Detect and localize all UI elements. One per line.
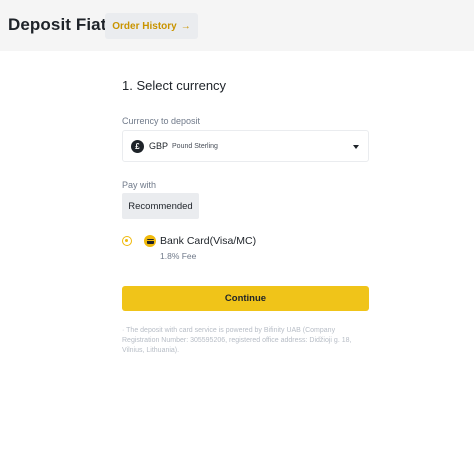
bank-card-icon <box>144 235 156 247</box>
page-title: Deposit Fiat <box>8 15 107 34</box>
pound-coin-icon: £ <box>131 139 144 153</box>
caret-down-icon <box>353 145 359 149</box>
payment-option-bank-card[interactable]: Bank Card(Visa/MC) 1.8% Fee <box>122 234 369 266</box>
pay-with-label: Pay with <box>122 180 157 190</box>
step-title: 1. Select currency <box>122 78 227 93</box>
tab-recommended[interactable]: Recommended <box>122 193 199 219</box>
disclaimer-text: · The deposit with card service is power… <box>122 327 352 354</box>
currency-name: Pound Sterling <box>172 142 218 150</box>
order-history-label: Order History <box>112 20 177 32</box>
payment-method-fee: 1.8% Fee <box>160 251 197 261</box>
page-header: Deposit Fiat Order History → <box>0 0 474 51</box>
currency-code: GBP <box>149 141 169 151</box>
currency-label: Currency to deposit <box>122 116 201 126</box>
continue-button[interactable]: Continue <box>122 286 369 311</box>
radio-selected-icon[interactable] <box>122 236 132 246</box>
payment-method-name: Bank Card(Visa/MC) <box>160 235 257 247</box>
arrow-right-icon: → <box>180 20 191 32</box>
currency-select[interactable]: £ GBP Pound Sterling <box>122 130 369 162</box>
order-history-button[interactable]: Order History → <box>105 13 198 39</box>
